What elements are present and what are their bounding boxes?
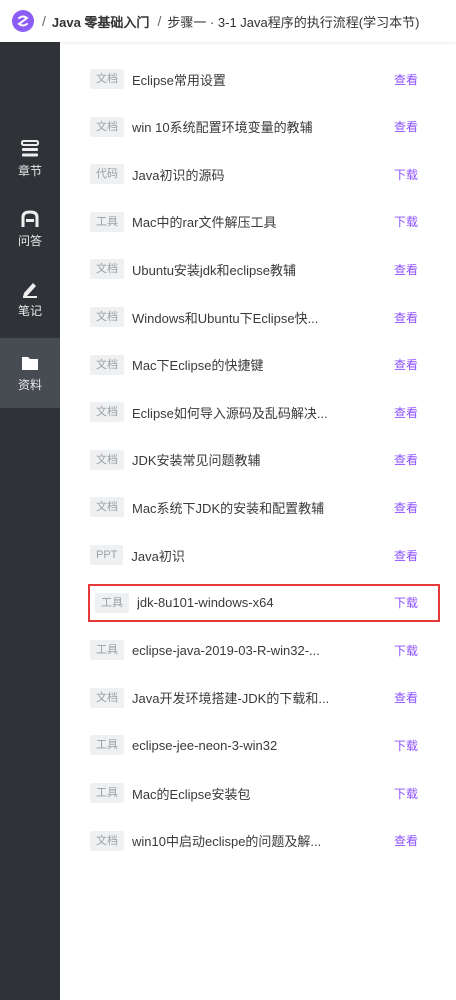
top-bar: / Java 零基础入门 / 步骤一 · 3-1 Java程序的执行流程(学习本… xyxy=(0,0,456,42)
resource-type-tag: 文档 xyxy=(90,354,124,375)
breadcrumb-lesson: 步骤一 · 3-1 Java程序的执行流程(学习本节) xyxy=(167,14,420,30)
sidebar-item-label: 笔记 xyxy=(17,303,42,318)
resource-row[interactable]: 代码 Java初识的源码 下载 xyxy=(90,157,440,191)
sidebar-item-label: 章节 xyxy=(17,163,42,178)
note-icon xyxy=(23,282,37,298)
resource-row[interactable]: 工具 eclipse-jee-neon-3-win32 下载 xyxy=(90,728,440,762)
download-link[interactable]: 下载 xyxy=(394,737,418,754)
resource-type-tag: 文档 xyxy=(90,307,124,327)
resource-type-tag: 文档 xyxy=(90,116,124,137)
resource-type-tag: 工具 xyxy=(90,783,124,803)
qa-icon xyxy=(21,209,39,227)
resource-type-tag: 文档 xyxy=(90,830,124,851)
sidebar-item-materials[interactable]: 资料 xyxy=(0,338,60,408)
view-link[interactable]: 查看 xyxy=(394,118,418,135)
view-link[interactable]: 查看 xyxy=(394,689,418,706)
resource-row[interactable]: 文档 Ubuntu安装jdk和eclipse教辅 查看 xyxy=(90,252,440,286)
resource-row[interactable]: 文档 JDK安装常见问题教辅 查看 xyxy=(90,443,440,477)
chapter-icon xyxy=(21,139,39,156)
folder-icon xyxy=(22,356,38,370)
resource-type-tag: 文档 xyxy=(90,449,124,470)
view-link[interactable]: 查看 xyxy=(394,547,418,564)
resource-row[interactable]: 文档 Mac下Eclipse的快捷键 查看 xyxy=(90,348,440,382)
download-link[interactable]: 下载 xyxy=(394,785,418,802)
resource-type-tag: 文档 xyxy=(90,259,124,280)
resource-row[interactable]: 文档 Java开发环境搭建-JDK的下载和... 查看 xyxy=(90,681,440,715)
view-link[interactable]: 查看 xyxy=(394,451,418,468)
resource-row[interactable]: 文档 win10中启动eclispe的问题及解... 查看 xyxy=(90,824,440,858)
view-link[interactable]: 查看 xyxy=(394,261,418,278)
sidebar-item-label: 问答 xyxy=(17,233,42,248)
view-link[interactable]: 查看 xyxy=(394,404,418,421)
download-link[interactable]: 下载 xyxy=(394,166,418,183)
breadcrumb-separator: / xyxy=(157,13,162,29)
resource-type-tag: 文档 xyxy=(90,402,124,423)
resource-row[interactable]: 工具 eclipse-java-2019-03-R-win32-... 下载 xyxy=(90,633,440,667)
view-link[interactable]: 查看 xyxy=(394,309,418,326)
resource-type-tag: 文档 xyxy=(90,687,124,708)
resource-row[interactable]: 文档 win 10系统配置环境变量的教辅 查看 xyxy=(90,110,440,144)
resource-type-tag: 代码 xyxy=(90,164,124,185)
resource-row[interactable]: 文档 Windows和Ubuntu下Eclipse快... 查看 xyxy=(90,300,440,334)
resource-type-tag: 文档 xyxy=(90,69,124,89)
resource-row[interactable]: 文档 Eclipse常用设置 查看 xyxy=(90,62,440,96)
breadcrumb-separator: / xyxy=(42,13,46,29)
resource-row[interactable]: 工具 jdk-8u101-windows-x64 下载 xyxy=(88,583,440,622)
resource-type-tag: 工具 xyxy=(95,592,129,613)
resource-row[interactable]: 工具 Mac中的rar文件解压工具 下载 xyxy=(90,205,440,239)
breadcrumb-course[interactable]: Java 零基础入门 xyxy=(52,12,150,31)
view-link[interactable]: 查看 xyxy=(394,499,418,516)
view-link[interactable]: 查看 xyxy=(394,832,418,849)
resource-row[interactable]: 文档 Eclipse如何导入源码及乱码解决... 查看 xyxy=(90,395,440,429)
resource-row[interactable]: 工具 Mac的Eclipse安装包 下载 xyxy=(90,776,440,810)
resource-type-tag: 工具 xyxy=(90,640,124,661)
resource-type-tag: 工具 xyxy=(90,735,124,756)
resource-row[interactable]: 文档 Mac系统下JDK的安装和配置教辅 查看 xyxy=(90,490,440,524)
resource-title[interactable]: jdk-8u101-windows-x64 xyxy=(137,595,438,610)
download-link[interactable]: 下载 xyxy=(394,594,418,611)
resource-type-tag: PPT xyxy=(90,545,124,565)
view-link[interactable]: 查看 xyxy=(394,356,418,373)
logo-icon[interactable] xyxy=(12,10,34,32)
resource-row[interactable]: PPT Java初识 查看 xyxy=(90,538,440,572)
resource-type-tag: 工具 xyxy=(90,211,124,232)
sidebar-item-chapters[interactable]: 章节 xyxy=(0,124,60,194)
download-link[interactable]: 下载 xyxy=(394,642,418,659)
view-link[interactable]: 查看 xyxy=(394,71,418,88)
sidebar-item-qa[interactable]: 问答 xyxy=(0,194,60,264)
download-link[interactable]: 下载 xyxy=(394,213,418,230)
sidebar-item-notes[interactable]: 笔记 xyxy=(0,264,60,334)
sidebar-item-label: 资料 xyxy=(17,377,42,392)
resource-type-tag: 文档 xyxy=(90,497,124,518)
sidebar: 章节 问答 笔记 资料 xyxy=(0,42,60,1000)
